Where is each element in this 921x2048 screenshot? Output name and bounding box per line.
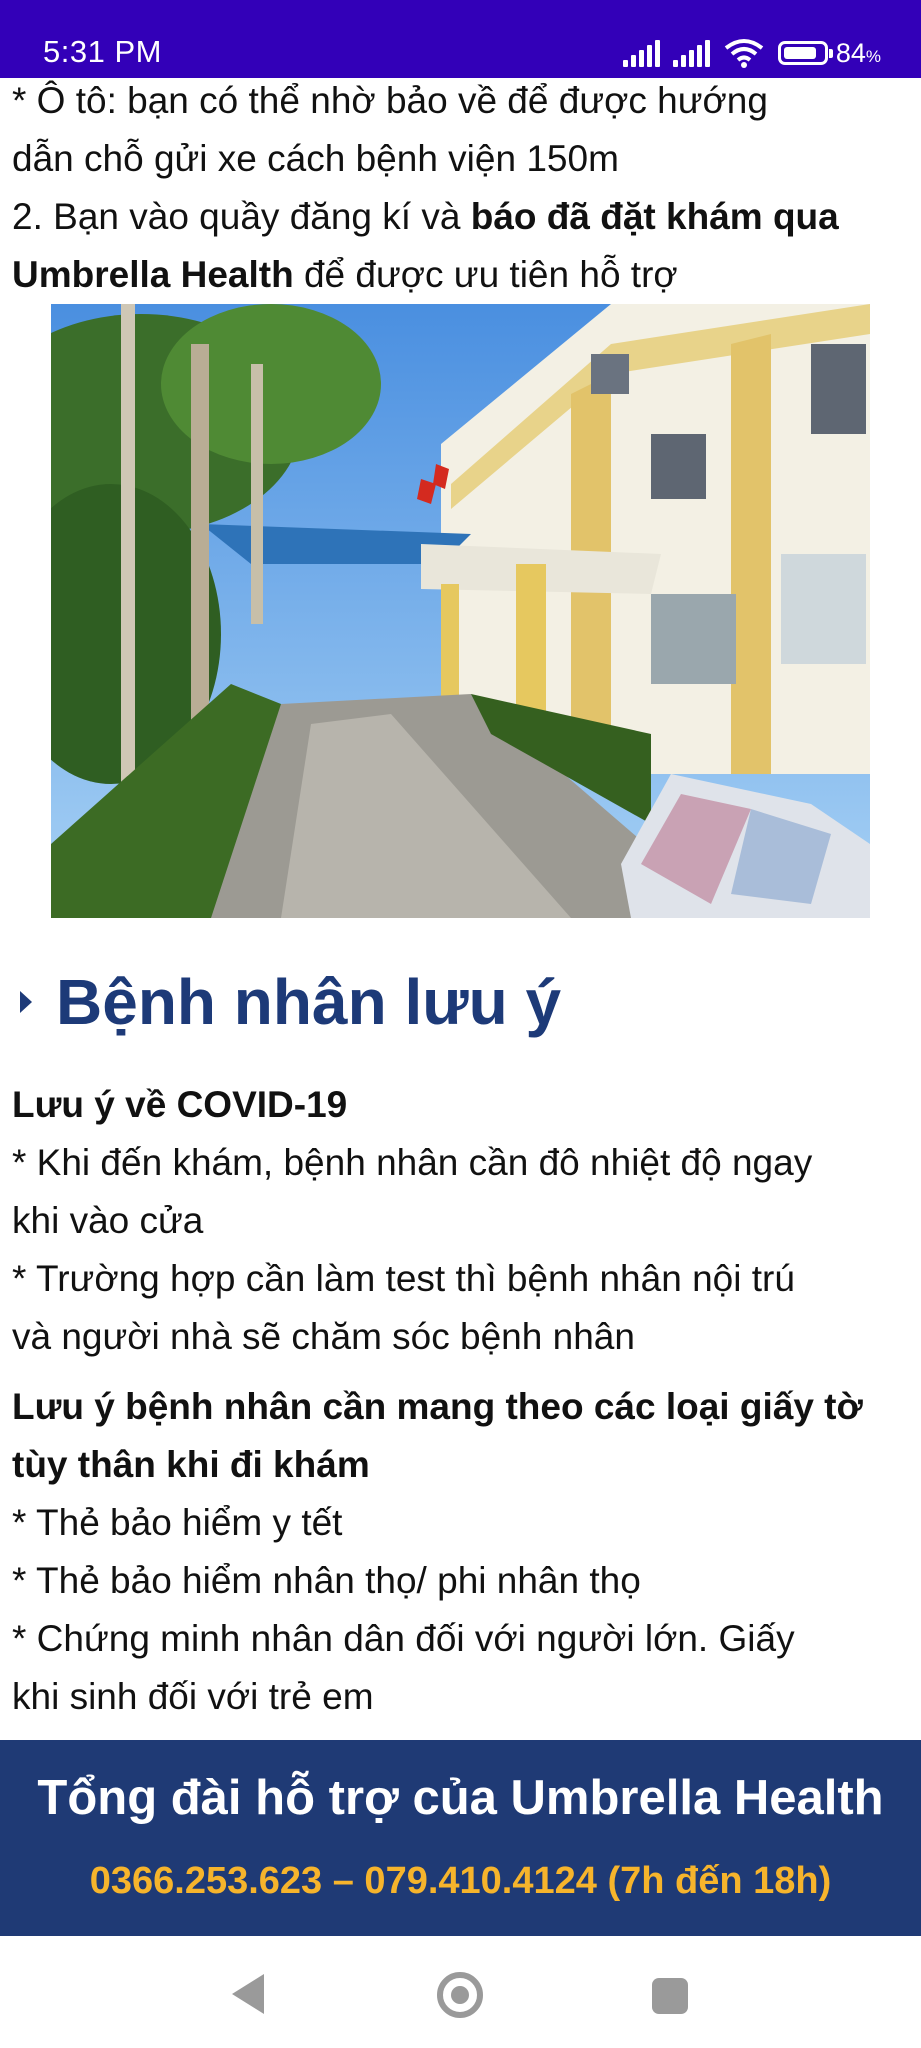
battery-percent: 84% xyxy=(835,37,881,68)
list-item: * Thẻ bảo hiểm nhân thọ/ phi nhân thọ xyxy=(12,1560,641,1601)
hospital-photo xyxy=(51,304,870,918)
recent-apps-icon[interactable] xyxy=(652,1978,688,2014)
text-line: khi vào cửa xyxy=(12,1200,204,1241)
section-title: Bệnh nhân lưu ý xyxy=(20,958,561,1046)
documents-heading: Lưu ý bệnh nhân cần mang theo các loại g… xyxy=(12,1386,863,1427)
text-line: Umbrella Health để được ưu tiên hỗ trợ xyxy=(12,254,678,295)
status-icons: 84% xyxy=(620,36,881,70)
support-phone[interactable]: 0366.253.623 – 079.410.4124 (7h đến 18h) xyxy=(0,1860,921,1903)
signal-icon xyxy=(670,39,710,67)
wifi-icon xyxy=(724,39,764,68)
navigation-bar xyxy=(0,1936,921,2048)
back-icon[interactable] xyxy=(232,1974,264,2014)
text-line: dẫn chỗ gửi xe cách bệnh viện 150m xyxy=(12,138,619,179)
battery-icon xyxy=(777,41,833,65)
status-time: 5:31 PM xyxy=(43,34,162,69)
covid-heading: Lưu ý về COVID-19 xyxy=(12,1084,348,1125)
text-line: * Khi đến khám, bệnh nhân cần đô nhiệt đ… xyxy=(12,1142,813,1183)
list-item: * Thẻ bảo hiểm y tết xyxy=(12,1502,343,1543)
support-banner: Tổng đài hỗ trợ của Umbrella Health 0366… xyxy=(0,1740,921,1936)
text-line: * Ô tô: bạn có thể nhờ bảo về để được hư… xyxy=(12,80,768,121)
list-item: * Chứng minh nhân dân đối với người lớn.… xyxy=(12,1618,795,1659)
text-line: và người nhà sẽ chăm sóc bệnh nhân xyxy=(12,1316,635,1357)
caret-right-icon xyxy=(20,991,32,1013)
status-bar: 5:31 PM 84% xyxy=(0,0,921,78)
support-title: Tổng đài hỗ trợ của Umbrella Health xyxy=(37,1771,884,1825)
battery-level xyxy=(783,47,816,59)
home-icon[interactable] xyxy=(437,1972,483,2018)
documents-heading: tùy thân khi đi khám xyxy=(12,1444,370,1485)
text-line: * Trường hợp cần làm test thì bệnh nhân … xyxy=(12,1258,795,1299)
signal-icon xyxy=(620,39,660,67)
list-item: khi sinh đối với trẻ em xyxy=(12,1676,374,1717)
text-line: 2. Bạn vào quầy đăng kí và báo đã đặt kh… xyxy=(12,196,839,237)
